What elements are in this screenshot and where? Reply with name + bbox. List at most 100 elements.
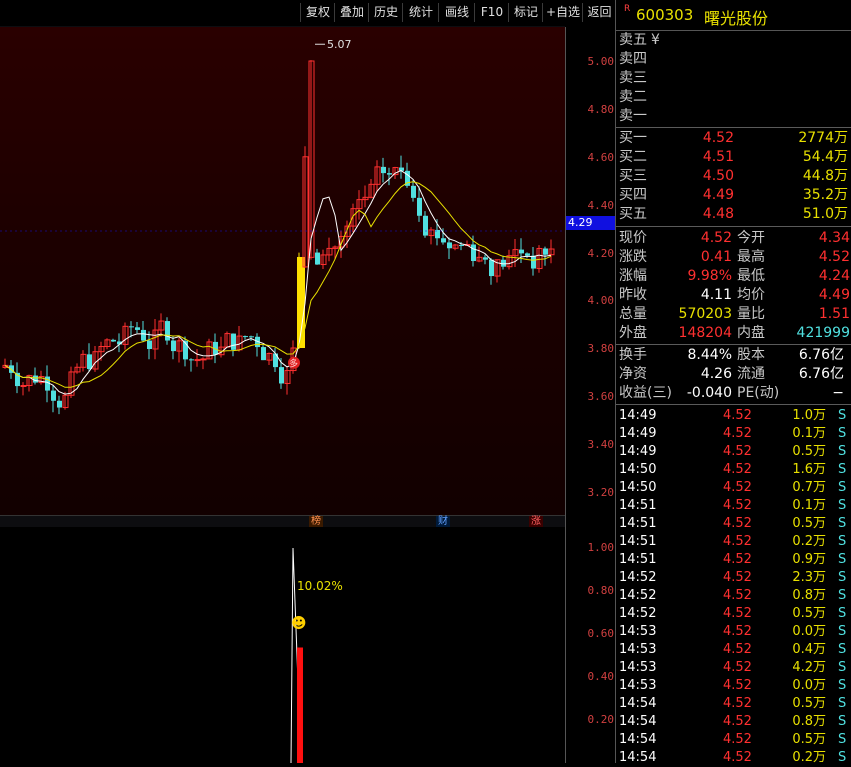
quote-label: 昨收 (619, 287, 647, 303)
buy-level-label: 买五 (619, 206, 647, 222)
price-tick: 4.80 (587, 103, 615, 116)
tick-price: 4.52 (723, 552, 752, 567)
sell-level[interactable]: 卖四 (616, 50, 851, 69)
margin-badge: R (624, 4, 631, 14)
toolbar-history-button[interactable]: 历史 (368, 3, 403, 22)
tick-side: S (838, 444, 847, 459)
price-tick: 3.40 (587, 438, 615, 451)
tick-time: 14:53 (619, 678, 657, 693)
tick-price: 4.52 (723, 660, 752, 675)
candle (74, 363, 81, 374)
tick-side: S (838, 426, 847, 441)
tick-row[interactable]: 14:49 4.52 0.5万 S (616, 443, 851, 461)
tick-row[interactable]: 14:53 4.52 4.2万 S (616, 659, 851, 677)
buy-price: 4.49 (702, 187, 734, 203)
buy-level[interactable]: 买二 4.51 54.4万 (616, 148, 851, 167)
tick-volume: 0.5万 (792, 444, 826, 459)
tick-row[interactable]: 14:50 4.52 0.7万 S (616, 479, 851, 497)
tick-time: 14:54 (619, 750, 657, 765)
sell-level[interactable]: 卖二 (616, 88, 851, 107)
tick-row[interactable]: 14:54 4.52 0.8万 S (616, 713, 851, 731)
tick-price: 4.52 (723, 480, 752, 495)
quote-label: 内盘 (737, 325, 765, 341)
toolbar-draw-line-button[interactable]: 画线 (438, 3, 475, 22)
sell-level[interactable]: 卖三 (616, 69, 851, 88)
tick-side: S (838, 462, 847, 477)
candlestick-chart[interactable]: 5.07 多 (0, 27, 565, 515)
quote-value: 9.98% (687, 268, 732, 284)
tick-volume: 0.5万 (792, 516, 826, 531)
candle (326, 237, 333, 262)
indicator-chart[interactable]: 10.02% ☻ (0, 527, 565, 763)
tick-side: S (838, 678, 847, 693)
candle (135, 322, 140, 334)
tick-row[interactable]: 14:51 4.52 0.5万 S (616, 515, 851, 533)
tick-time: 14:52 (619, 588, 657, 603)
candle (51, 385, 56, 413)
buy-level[interactable]: 买一 4.52 2774万 (616, 129, 851, 148)
tick-row[interactable]: 14:52 4.52 0.5万 S (616, 605, 851, 623)
toolbar-mark-button[interactable]: 标记 (508, 3, 543, 22)
toolbar-statistics-button[interactable]: 统计 (402, 3, 439, 22)
tick-row[interactable]: 14:54 4.52 0.2万 S (616, 749, 851, 767)
candle (176, 337, 183, 363)
tick-row[interactable]: 14:52 4.52 2.3万 S (616, 569, 851, 587)
quote-row: 涨幅 9.98% 最低 4.24 (616, 267, 851, 286)
toolbar-f10-button[interactable]: F10 (474, 3, 509, 22)
toolbar-overlay-button[interactable]: 叠加 (334, 3, 369, 22)
tick-side: S (838, 750, 847, 765)
quote-row: 换手 8.44% 股本 6.76亿 (616, 346, 851, 365)
tick-side: S (838, 606, 847, 621)
quote-value: 8.44% (687, 347, 732, 363)
tick-row[interactable]: 14:51 4.52 0.9万 S (616, 551, 851, 569)
tick-volume: 0.5万 (792, 606, 826, 621)
tick-row[interactable]: 14:50 4.52 1.6万 S (616, 461, 851, 479)
divider (616, 127, 851, 128)
tick-row[interactable]: 14:49 4.52 0.1万 S (616, 425, 851, 443)
tick-time: 14:51 (619, 552, 657, 567)
tick-row[interactable]: 14:53 4.52 0.0万 S (616, 623, 851, 641)
sell-level[interactable]: 卖五 ¥ (616, 31, 851, 50)
tick-row[interactable]: 14:53 4.52 0.4万 S (616, 641, 851, 659)
tick-row[interactable]: 14:51 4.52 0.2万 S (616, 533, 851, 551)
tick-row[interactable]: 14:49 4.52 1.0万 S (616, 407, 851, 425)
toolbar-restore-rights-button[interactable]: 复权 (300, 3, 335, 22)
buy-level[interactable]: 买五 4.48 51.0万 (616, 205, 851, 224)
candle (194, 349, 201, 367)
tick-time: 14:54 (619, 696, 657, 711)
toolbar-back-button[interactable]: 返回 (582, 3, 616, 22)
buy-price: 4.48 (702, 206, 734, 222)
tick-side: S (838, 480, 847, 495)
candle (489, 258, 494, 285)
sell-level[interactable]: 卖一 (616, 107, 851, 126)
tick-side: S (838, 588, 847, 603)
buy-level[interactable]: 买四 4.49 35.2万 (616, 186, 851, 205)
tick-row[interactable]: 14:54 4.52 0.5万 S (616, 731, 851, 749)
quote-label: 股本 (737, 347, 765, 363)
tick-row[interactable]: 14:53 4.52 0.0万 S (616, 677, 851, 695)
candle (92, 346, 99, 372)
quote-label: 涨幅 (619, 268, 647, 284)
candle (368, 179, 375, 199)
candle (57, 395, 62, 415)
buy-level[interactable]: 买三 4.50 44.8万 (616, 167, 851, 186)
candle (141, 321, 146, 343)
tick-row[interactable]: 14:54 4.52 0.5万 S (616, 695, 851, 713)
quote-label: 净资 (619, 366, 647, 382)
quote-value: − (832, 385, 844, 401)
smiley-icon: ☻ (291, 614, 307, 632)
tick-side: S (838, 642, 847, 657)
tick-price: 4.52 (723, 444, 752, 459)
candle (224, 331, 231, 348)
quote-value: 4.34 (818, 230, 850, 246)
price-tick: 3.20 (587, 486, 615, 499)
tick-row[interactable]: 14:51 4.52 0.1万 S (616, 497, 851, 515)
tick-volume: 0.0万 (792, 624, 826, 639)
tick-price: 4.52 (723, 732, 752, 747)
candle (200, 357, 207, 370)
buy-volume: 54.4万 (802, 149, 848, 165)
tick-price: 4.52 (723, 642, 752, 657)
tick-price: 4.52 (723, 570, 752, 585)
tick-row[interactable]: 14:52 4.52 0.8万 S (616, 587, 851, 605)
toolbar-add-watchlist-button[interactable]: +自选 (542, 3, 583, 22)
